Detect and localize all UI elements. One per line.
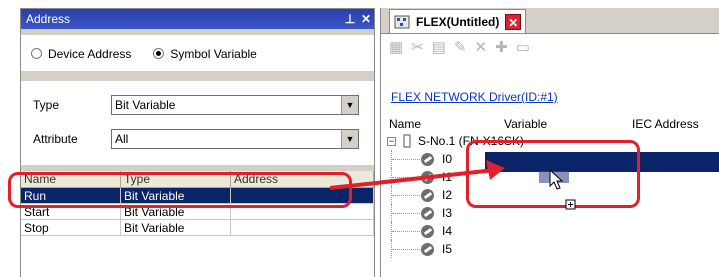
drag-arrow-icon xyxy=(329,160,576,210)
